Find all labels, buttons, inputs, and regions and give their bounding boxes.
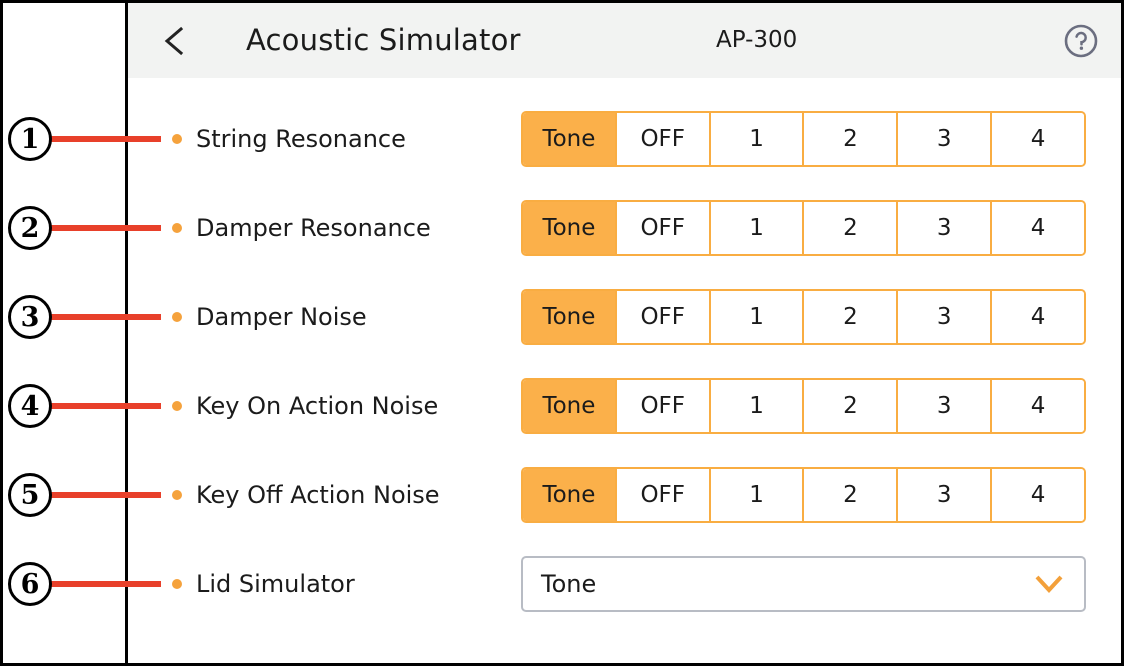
segment-option[interactable]: OFF (614, 202, 709, 254)
segmented-control: Tone OFF 1 2 3 4 (521, 378, 1086, 434)
row-label: Key On Action Noise (196, 392, 439, 420)
back-chevron-icon[interactable] (156, 21, 196, 61)
callout-number: 2 (8, 206, 52, 250)
model-name: AP-300 (716, 27, 798, 53)
callout-leader-line (51, 403, 161, 409)
segmented-control: Tone OFF 1 2 3 4 (521, 289, 1086, 345)
segmented-control: Tone OFF 1 2 3 4 (521, 467, 1086, 523)
segment-option[interactable]: OFF (614, 380, 709, 432)
dropdown-value: Tone (541, 570, 597, 598)
segment-option[interactable]: 4 (990, 469, 1084, 521)
row-label: Key Off Action Noise (196, 481, 440, 509)
screen-header: Acoustic Simulator AP-300 (128, 3, 1121, 78)
device-screen-panel: Acoustic Simulator AP-300 String Resonan… (125, 3, 1121, 663)
segmented-control: Tone OFF 1 2 3 4 (521, 200, 1086, 256)
callout-number: 1 (8, 117, 52, 161)
settings-row: Damper Noise Tone OFF 1 2 3 4 (128, 289, 1121, 345)
segment-option[interactable]: OFF (614, 291, 709, 343)
segmented-control: Tone OFF 1 2 3 4 (521, 111, 1086, 167)
segment-option[interactable]: 4 (990, 113, 1084, 165)
settings-row: Lid Simulator Tone (128, 556, 1121, 612)
row-label: Damper Resonance (196, 214, 431, 242)
callout-leader-line (51, 225, 161, 231)
segment-option[interactable]: 4 (990, 202, 1084, 254)
lid-simulator-dropdown[interactable]: Tone (521, 556, 1086, 612)
segment-option[interactable]: Tone (523, 469, 615, 521)
segment-option[interactable]: 2 (802, 113, 897, 165)
segment-option[interactable]: Tone (523, 380, 615, 432)
segment-option[interactable]: 1 (708, 469, 803, 521)
page-title: Acoustic Simulator (246, 23, 521, 57)
settings-row: Key On Action Noise Tone OFF 1 2 3 4 (128, 378, 1121, 434)
figure-frame: 123456 Acoustic Simulator AP-300 String … (0, 0, 1124, 666)
segment-option[interactable]: 1 (708, 202, 803, 254)
segment-option[interactable]: 2 (802, 469, 897, 521)
orange-dot-icon (172, 490, 182, 500)
segment-option[interactable]: Tone (523, 202, 615, 254)
segment-option[interactable]: 4 (990, 380, 1084, 432)
segment-option[interactable]: 4 (990, 291, 1084, 343)
segment-option[interactable]: OFF (614, 469, 709, 521)
orange-dot-icon (172, 134, 182, 144)
segment-option[interactable]: Tone (523, 113, 615, 165)
chevron-down-icon[interactable] (1034, 573, 1064, 595)
segment-option[interactable]: 3 (896, 380, 991, 432)
segment-option[interactable]: 3 (896, 469, 991, 521)
callout-leader-line (51, 581, 161, 587)
callout-leader-line (51, 314, 161, 320)
segment-option[interactable]: 3 (896, 291, 991, 343)
row-label: Damper Noise (196, 303, 367, 331)
segment-option[interactable]: OFF (614, 113, 709, 165)
segment-option[interactable]: 1 (708, 113, 803, 165)
callout-leader-line (51, 492, 161, 498)
segment-option[interactable]: 2 (802, 291, 897, 343)
settings-row: String Resonance Tone OFF 1 2 3 4 (128, 111, 1121, 167)
settings-row: Key Off Action Noise Tone OFF 1 2 3 4 (128, 467, 1121, 523)
orange-dot-icon (172, 401, 182, 411)
segment-option[interactable]: 3 (896, 202, 991, 254)
segment-option[interactable]: 2 (802, 380, 897, 432)
callout-number: 5 (8, 473, 52, 517)
segment-option[interactable]: 3 (896, 113, 991, 165)
segment-option[interactable]: 2 (802, 202, 897, 254)
segment-option[interactable]: Tone (523, 291, 615, 343)
row-label: Lid Simulator (196, 570, 355, 598)
orange-dot-icon (172, 312, 182, 322)
callout-number: 3 (8, 295, 52, 339)
segment-option[interactable]: 1 (708, 291, 803, 343)
callout-number: 4 (8, 384, 52, 428)
segment-option[interactable]: 1 (708, 380, 803, 432)
callout-number: 6 (8, 562, 52, 606)
help-circle-icon[interactable] (1063, 23, 1099, 59)
settings-row: Damper Resonance Tone OFF 1 2 3 4 (128, 200, 1121, 256)
row-label: String Resonance (196, 125, 406, 153)
orange-dot-icon (172, 579, 182, 589)
callout-leader-line (51, 136, 161, 142)
orange-dot-icon (172, 223, 182, 233)
